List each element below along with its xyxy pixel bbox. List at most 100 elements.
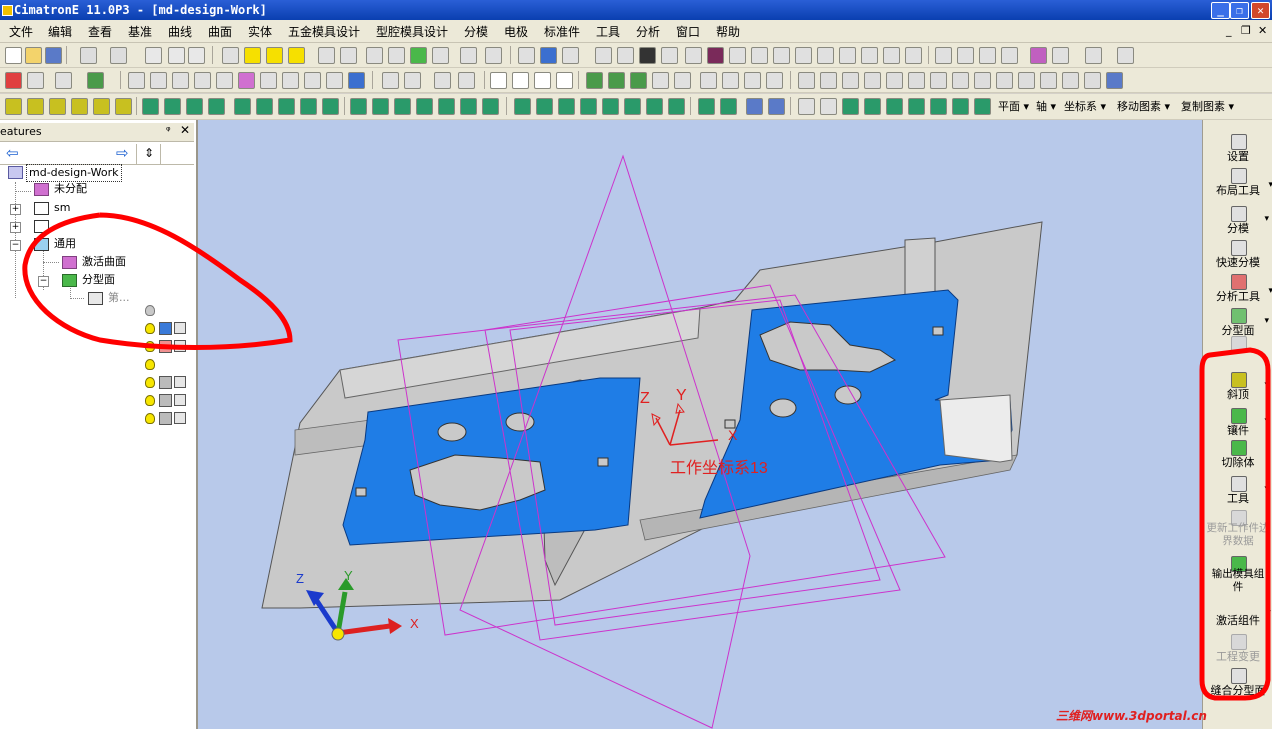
line-style-icon[interactable] [617,47,634,64]
loft-icon[interactable] [71,98,88,115]
boolean-cut-icon[interactable] [256,98,273,115]
visibility-bulb-icon[interactable] [145,323,155,334]
minimize-button[interactable]: _ [1211,2,1230,19]
filter-icon[interactable] [168,47,185,64]
move-points-icon[interactable] [820,98,837,115]
pick-icon[interactable] [87,72,104,89]
surface-18-icon[interactable] [952,98,969,115]
draft-face-icon[interactable] [208,98,225,115]
graphics-viewport[interactable]: Z Y X 工作坐标系13 Z Y X [198,120,1202,729]
break-icon[interactable] [674,72,691,89]
menu-parting[interactable]: 分模 [464,23,488,40]
measure-icon[interactable] [388,47,405,64]
collapse-icon[interactable]: − [10,240,21,251]
group-icon[interactable] [432,47,449,64]
visibility-bulb-icon[interactable] [145,341,155,352]
spline-icon[interactable] [586,72,603,89]
curve-filter-icon[interactable] [150,72,167,89]
boundary-icon[interactable] [722,72,739,89]
activate-component-button[interactable]: 激活组件 ▾ [1203,608,1272,630]
color-swatch[interactable] [159,376,172,389]
group-filter-icon[interactable] [326,72,343,89]
surface-filter-icon[interactable] [172,72,189,89]
surface-1-icon[interactable] [514,98,531,115]
set-filter-icon[interactable] [304,72,321,89]
bulb-toggle-icon[interactable] [266,47,283,64]
color-swatch[interactable] [159,394,172,407]
blend-icon[interactable] [164,98,181,115]
color-swatch[interactable] [159,412,172,425]
render-cube-icon[interactable] [1030,47,1047,64]
tools-button[interactable]: 工具 ▾ [1203,476,1272,506]
menu-surface[interactable]: 曲面 [208,23,232,40]
copy-entity-dropdown[interactable]: 复制图素 ▾ [1181,98,1234,114]
view-right-icon[interactable] [795,47,812,64]
face-filter-icon[interactable] [194,72,211,89]
section-icon[interactable] [1085,47,1102,64]
grid-icon[interactable] [366,47,383,64]
render-mode-icon[interactable] [1052,47,1069,64]
view-rotate-icon[interactable] [883,47,900,64]
surface-10-icon[interactable] [720,98,737,115]
menu-electrode[interactable]: 电极 [504,23,528,40]
expand-icon[interactable]: + [10,204,21,215]
surface-2-icon[interactable] [536,98,553,115]
export-mold-components-button[interactable]: 输出模具组件 [1203,556,1272,593]
feature-icon[interactable] [382,72,399,89]
line-width-icon[interactable] [639,47,656,64]
menu-view[interactable]: 查看 [88,23,112,40]
paint-bucket-icon[interactable] [562,47,579,64]
setup-button[interactable]: 设置 [1203,132,1272,163]
surface-6-icon[interactable] [624,98,641,115]
mirror-icon[interactable] [416,98,433,115]
open-folder-icon[interactable] [25,47,42,64]
menu-window[interactable]: 窗口 [676,23,700,40]
bulb-off-icon[interactable] [288,47,305,64]
surface-11-icon[interactable] [746,98,763,115]
visibility-bulb-icon[interactable] [145,395,155,406]
visibility-bulb-icon[interactable] [145,413,155,424]
menu-datum[interactable]: 基准 [128,23,152,40]
menu-tools[interactable]: 工具 [596,23,620,40]
cube-icon[interactable] [174,412,186,424]
cover-icon[interactable] [372,98,389,115]
cube-icon[interactable] [174,322,186,334]
parting-line-icon[interactable] [766,72,783,89]
replace-icon[interactable] [350,98,367,115]
view-front-icon[interactable] [751,47,768,64]
point-grid-icon[interactable] [798,98,815,115]
quick-parting-button[interactable]: 快速分模 [1203,238,1272,269]
shell-icon[interactable] [142,98,159,115]
split-icon[interactable] [300,98,317,115]
axis-dropdown[interactable]: 轴 ▾ [1036,98,1056,114]
menu-curve[interactable]: 曲线 [168,23,192,40]
collapse-icon[interactable]: − [38,276,49,287]
cube-wire-icon[interactable] [685,47,702,64]
color-icon[interactable] [460,47,477,64]
edge-filter-icon[interactable] [216,72,233,89]
surface-16-icon[interactable] [908,98,925,115]
cut-icon[interactable] [27,72,44,89]
view-left-icon[interactable] [817,47,834,64]
move-icon[interactable] [410,47,427,64]
surface-14-icon[interactable] [864,98,881,115]
mdi-restore-button[interactable]: ❐ [1241,24,1251,37]
extrude-icon[interactable] [5,98,22,115]
text-icon[interactable] [1106,72,1123,89]
view-iso-icon[interactable] [729,47,746,64]
surface-8-icon[interactable] [668,98,685,115]
surface-12-icon[interactable] [768,98,785,115]
stitch-parting-surface-button[interactable]: 缝合分型面 [1203,668,1272,698]
menu-solid[interactable]: 实体 [248,23,272,40]
tee-icon[interactable] [115,98,132,115]
composite-icon[interactable] [700,72,717,89]
surface-9-icon[interactable] [698,98,715,115]
menu-mold-design[interactable]: 型腔模具设计 [376,23,448,40]
menu-help[interactable]: 帮助 [716,23,740,40]
model-view[interactable]: Z Y X 工作坐标系13 Z Y X [198,120,1202,729]
zoom-all-icon[interactable] [935,47,952,64]
cube-shaded-icon[interactable] [707,47,724,64]
visibility-bulb-icon[interactable] [145,359,155,370]
menu-die-design[interactable]: 五金模具设计 [288,23,360,40]
show-hide-icon[interactable] [222,47,239,64]
